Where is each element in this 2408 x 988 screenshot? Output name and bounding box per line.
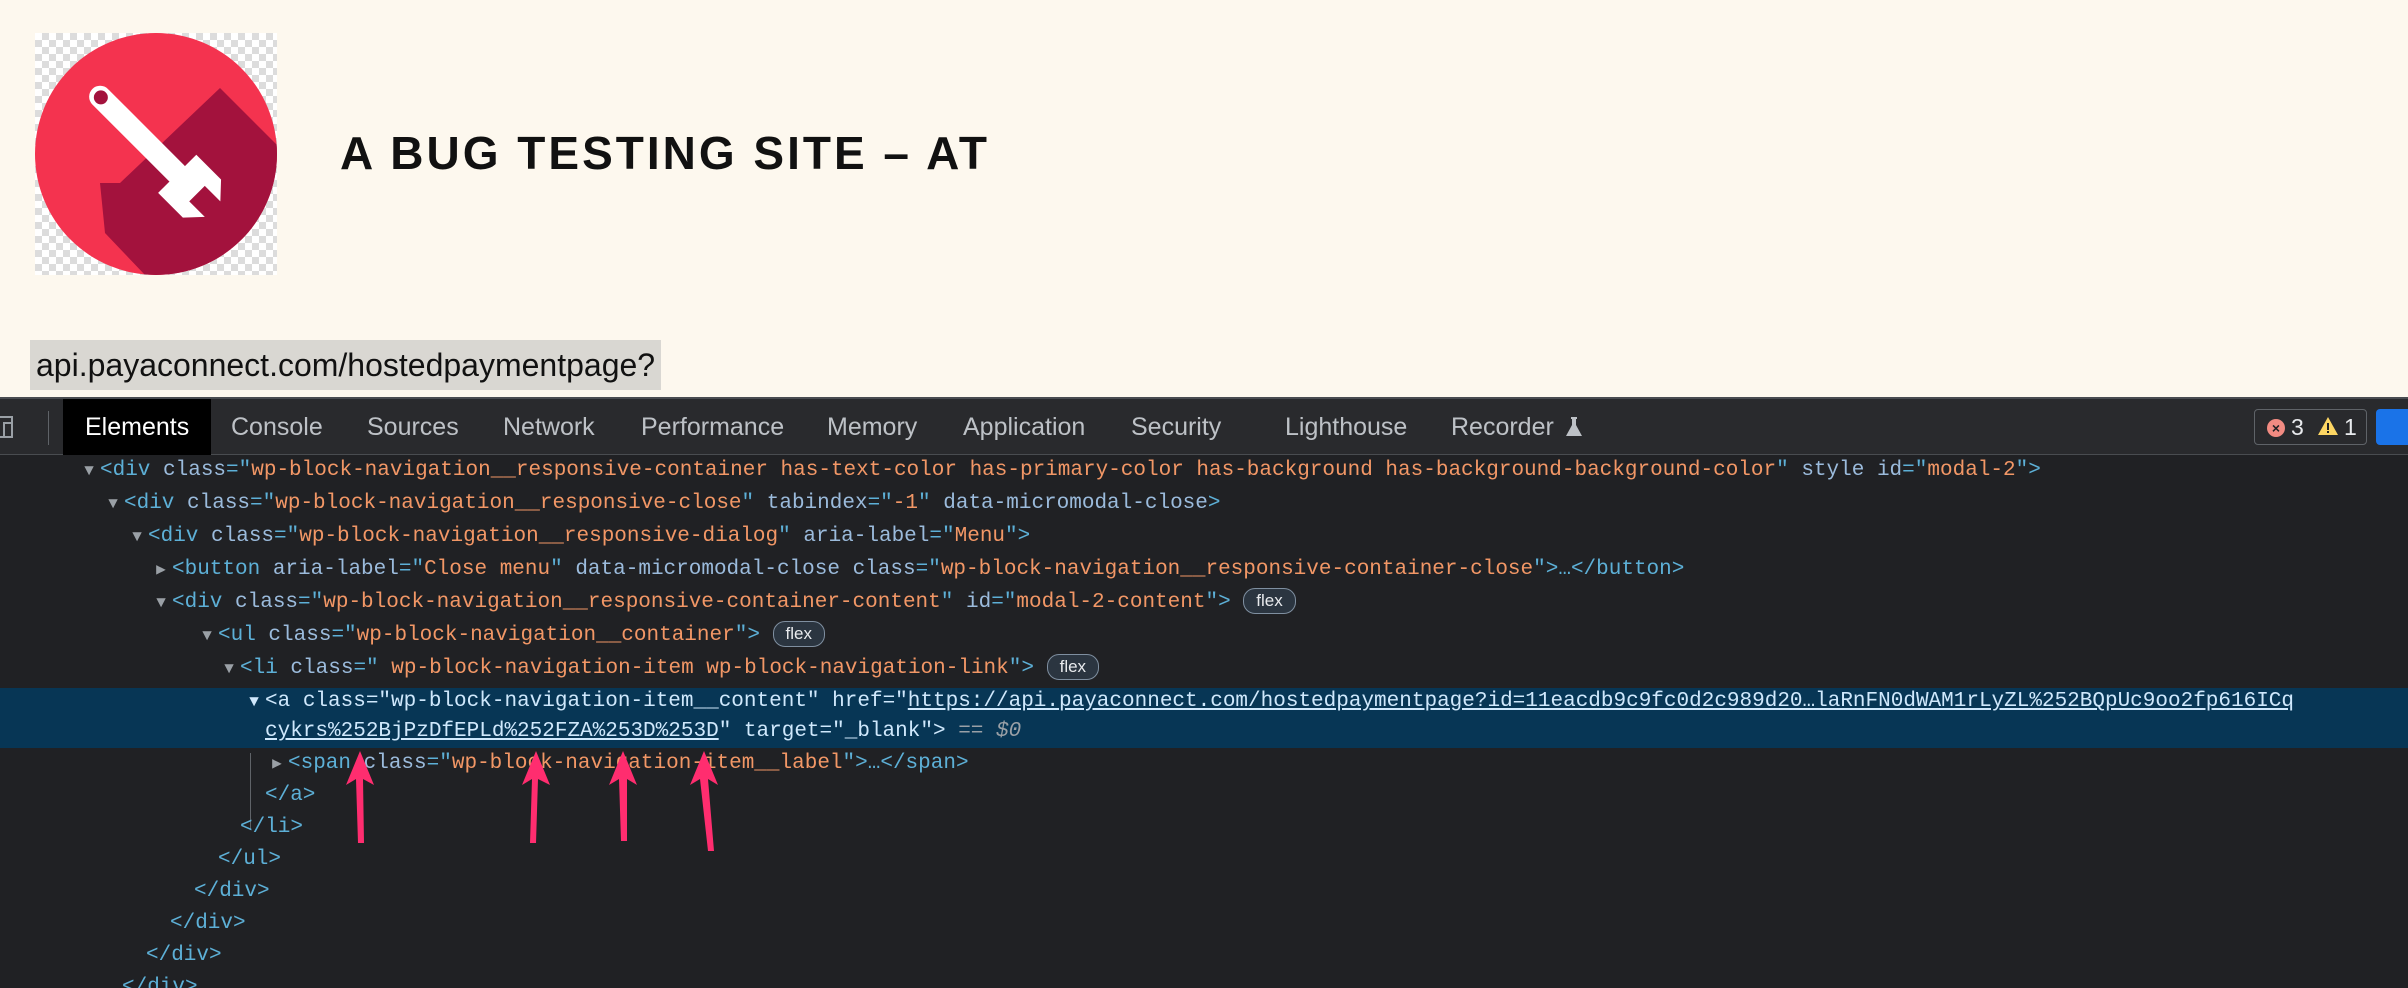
expand-triangle-icon[interactable]: ▼ [78, 455, 100, 487]
tab-application[interactable]: Application [963, 399, 1085, 455]
error-count: 3 [2291, 414, 2304, 440]
warning-count: 1 [2344, 414, 2357, 440]
issues-counter[interactable]: × 3 1 [2254, 409, 2367, 445]
selected-url-text: api.payaconnect.com/hostedpaymentpage? [30, 340, 662, 390]
flex-badge[interactable]: flex [772, 621, 826, 648]
annotation-arrow-icon [346, 751, 374, 843]
expand-triangle-icon[interactable]: ▼ [218, 653, 240, 685]
tab-elements[interactable]: Elements [63, 399, 212, 455]
annotation-arrow-icon [522, 751, 550, 843]
dom-close-div[interactable]: </div> [170, 908, 246, 940]
expand-triangle-icon[interactable]: ▼ [150, 587, 172, 619]
dom-node-close-button[interactable]: ▶ <button aria-label="Close menu" data-mi… [156, 554, 1684, 586]
dom-node-anchor-continuation[interactable]: cykrs%252BjPzDfEPLd%252FZA%253D%253D" ta… [265, 716, 1021, 748]
annotation-arrow-icon [690, 751, 718, 851]
dom-node-ul-container[interactable]: ▼ <ul class="wp-block-navigation__contain… [202, 620, 826, 652]
devtools-tab-bar: Elements Console Sources Network Perform… [0, 397, 2408, 455]
collapse-triangle-icon[interactable]: ▶ [266, 748, 288, 780]
site-logo[interactable] [35, 33, 277, 275]
dom-node-responsive-close[interactable]: ▼ <div class="wp-block-navigation__respon… [108, 488, 1220, 520]
devtools-panel: Elements Console Sources Network Perform… [0, 397, 2408, 988]
tab-lighthouse[interactable]: Lighthouse [1285, 399, 1407, 455]
href-link-continued[interactable]: cykrs%252BjPzDfEPLd%252FZA%253D%253D [265, 720, 719, 743]
dom-node-container-content[interactable]: ▼ <div class="wp-block-navigation__respon… [156, 587, 1296, 619]
tab-recorder-label: Recorder [1451, 413, 1554, 441]
dom-node-anchor-selected[interactable]: ▼ <a class="wp-block-navigation-item__con… [249, 686, 2294, 718]
tab-separator [48, 411, 49, 445]
dom-close-div[interactable]: </div> [122, 972, 198, 988]
dom-close-div[interactable]: </div> [146, 940, 222, 972]
tab-performance[interactable]: Performance [641, 399, 784, 455]
site-title[interactable]: A BUG TESTING SITE – AT [340, 126, 990, 180]
collapse-triangle-icon[interactable]: ▶ [150, 554, 172, 586]
dom-close-ul[interactable]: </ul> [218, 844, 281, 876]
expand-triangle-icon[interactable]: ▼ [102, 488, 124, 520]
tab-console[interactable]: Console [231, 399, 323, 455]
flask-icon [1565, 417, 1582, 436]
expand-triangle-icon[interactable]: ▼ [243, 686, 265, 718]
error-icon: × [2267, 419, 2285, 437]
dom-node-li-item[interactable]: ▼ <li class=" wp-block-navigation-item wp… [224, 653, 1100, 685]
tab-memory[interactable]: Memory [827, 399, 917, 455]
dom-node-responsive-container[interactable]: ▼ <div class="wp-block-navigation__respon… [84, 455, 2041, 487]
dom-close-a[interactable]: </a> [265, 780, 315, 812]
warning-icon [2318, 417, 2338, 435]
tab-network[interactable]: Network [503, 399, 595, 455]
href-link[interactable]: https://api.payaconnect.com/hostedpaymen… [908, 690, 2294, 713]
dom-close-li[interactable]: </li> [240, 812, 303, 844]
dom-close-div[interactable]: </div> [194, 876, 270, 908]
selected-node-marker: == $0 [958, 720, 1022, 743]
website-page: A BUG TESTING SITE – AT api.payaconnect.… [0, 0, 2408, 397]
tab-sources[interactable]: Sources [367, 399, 459, 455]
wrench-icon [35, 33, 277, 275]
annotation-arrow-icon [609, 751, 637, 841]
device-toolbar-icon[interactable] [0, 413, 28, 441]
expand-triangle-icon[interactable]: ▼ [126, 521, 148, 553]
flex-badge[interactable]: flex [1243, 588, 1296, 615]
messages-icon[interactable] [2376, 409, 2408, 445]
tab-security[interactable]: Security [1131, 399, 1221, 455]
dom-node-responsive-dialog[interactable]: ▼ <div class="wp-block-navigation__respon… [132, 521, 1030, 553]
elements-dom-tree: ▼ <div class="wp-block-navigation__respon… [0, 455, 2408, 988]
flex-badge[interactable]: flex [1046, 654, 1100, 681]
tab-recorder[interactable]: Recorder [1451, 399, 1583, 455]
expand-triangle-icon[interactable]: ▼ [196, 620, 218, 652]
